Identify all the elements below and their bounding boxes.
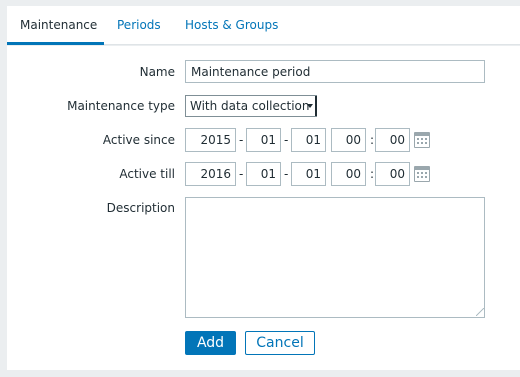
maintenance-type-label: Maintenance type <box>67 99 175 113</box>
since-hour-input[interactable] <box>331 128 366 152</box>
name-label: Name <box>139 65 175 79</box>
since-date-sep-1: - <box>239 133 244 147</box>
active-till-label: Active till <box>119 167 175 181</box>
till-hour-input[interactable] <box>331 162 366 186</box>
select-edge <box>315 96 317 116</box>
since-minute-input[interactable] <box>375 128 410 152</box>
cancel-button[interactable]: Cancel <box>245 331 315 355</box>
maintenance-type-select[interactable]: With data collection <box>185 95 317 117</box>
calendar-icon[interactable] <box>414 132 430 148</box>
calendar-icon[interactable] <box>414 166 430 182</box>
till-minute-input[interactable] <box>375 162 410 186</box>
tab-periods[interactable]: Periods <box>104 6 174 45</box>
till-date-sep-1: - <box>239 167 244 181</box>
name-input[interactable] <box>185 60 485 83</box>
since-month-input[interactable] <box>246 128 281 152</box>
till-year-input[interactable] <box>185 162 236 186</box>
till-day-input[interactable] <box>291 162 326 186</box>
since-time-sep: : <box>370 133 375 147</box>
till-date-sep-2: - <box>284 167 289 181</box>
maintenance-type-value: With data collection <box>190 99 310 113</box>
active-since-label: Active since <box>102 133 175 147</box>
since-day-input[interactable] <box>291 128 326 152</box>
description-textarea[interactable] <box>185 197 485 318</box>
chevron-down-icon <box>307 104 313 108</box>
tab-bar: Maintenance Periods Hosts & Groups <box>7 6 520 45</box>
till-month-input[interactable] <box>246 162 281 186</box>
since-year-input[interactable] <box>185 128 236 152</box>
till-time-sep: : <box>370 167 375 181</box>
since-date-sep-2: - <box>284 133 289 147</box>
add-button[interactable]: Add <box>185 331 236 355</box>
tab-hosts-groups[interactable]: Hosts & Groups <box>172 6 291 45</box>
tab-maintenance[interactable]: Maintenance <box>7 6 104 45</box>
description-label: Description <box>106 201 175 215</box>
form-panel: Name Maintenance type With data collecti… <box>7 46 520 370</box>
resize-grip-icon[interactable] <box>476 308 484 316</box>
